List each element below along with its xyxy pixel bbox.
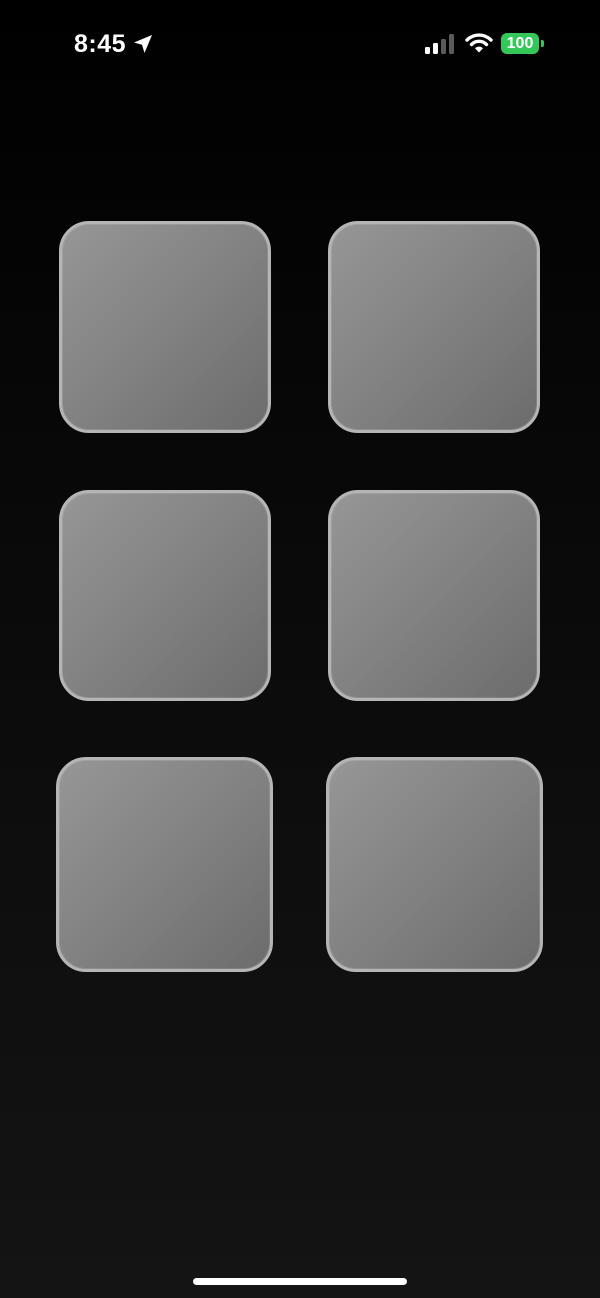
battery-level: 100	[501, 33, 539, 54]
tile-5[interactable]	[56, 757, 273, 972]
battery-icon: 100	[501, 33, 545, 54]
battery-cap	[541, 40, 544, 47]
tile-1[interactable]	[59, 221, 271, 433]
location-arrow-icon	[134, 35, 152, 53]
cellular-signal-icon	[425, 34, 454, 54]
home-indicator[interactable]	[193, 1278, 407, 1285]
status-bar: 8:45 100	[0, 0, 600, 90]
status-time: 8:45	[74, 30, 127, 58]
tile-3[interactable]	[59, 490, 271, 701]
wifi-icon	[465, 33, 493, 53]
tile-6[interactable]	[326, 757, 543, 972]
tile-2[interactable]	[328, 221, 540, 433]
tile-4[interactable]	[328, 490, 540, 701]
